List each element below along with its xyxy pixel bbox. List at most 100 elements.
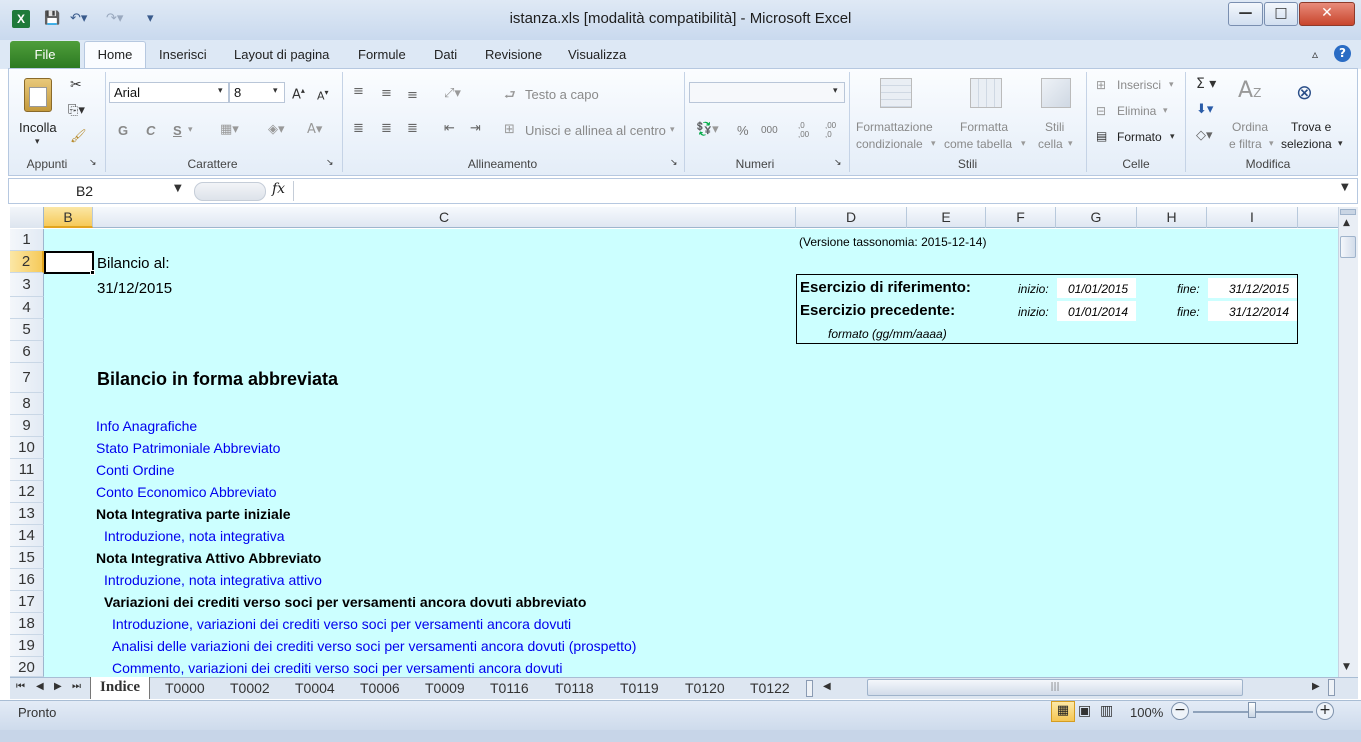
conditional-formatting-icon[interactable] bbox=[880, 78, 912, 108]
chevron-down-icon[interactable]: ▾ bbox=[931, 139, 936, 149]
chevron-down-icon[interactable]: ▾ bbox=[1021, 139, 1026, 149]
sheet-tab-active[interactable]: Indice bbox=[90, 677, 150, 699]
format-as-table-line2[interactable]: come tabella bbox=[944, 137, 1012, 151]
vertical-scrollbar[interactable] bbox=[1338, 207, 1358, 677]
row-header[interactable]: 11 bbox=[10, 459, 44, 481]
page-layout-view-icon[interactable]: ▣ bbox=[1078, 703, 1091, 719]
sheet-tab[interactable]: T0006 bbox=[360, 678, 400, 698]
formula-bar-splitter[interactable] bbox=[194, 182, 266, 201]
sheet-tab[interactable]: T0122 bbox=[750, 678, 790, 698]
bold-button[interactable]: G bbox=[118, 123, 128, 138]
sort-filter-icon[interactable]: AZ bbox=[1238, 78, 1261, 103]
tab-inserisci[interactable]: Inserisci bbox=[159, 47, 207, 62]
name-box-dropdown-icon[interactable]: ▼ bbox=[174, 183, 182, 194]
paste-button[interactable]: Incolla bbox=[19, 120, 57, 135]
merge-center-button[interactable]: Unisci e allinea al centro bbox=[525, 123, 666, 138]
sheet-tab[interactable]: T0009 bbox=[425, 678, 465, 698]
select-all-corner[interactable] bbox=[10, 207, 44, 228]
chevron-down-icon[interactable]: ▾ bbox=[1163, 106, 1168, 116]
decrease-decimal-button[interactable]: ,00 ,0 bbox=[825, 121, 843, 139]
row-header[interactable]: 20 bbox=[10, 657, 44, 677]
hscroll-left-icon[interactable]: ◀ bbox=[823, 681, 831, 692]
align-middle-icon[interactable]: ≡ bbox=[381, 86, 392, 101]
zoom-level[interactable]: 100% bbox=[1130, 705, 1163, 720]
tab-visualizza[interactable]: Visualizza bbox=[568, 47, 626, 62]
underline-button[interactable]: S bbox=[173, 123, 182, 138]
page-break-view-icon[interactable]: ▥ bbox=[1100, 703, 1113, 719]
column-header-b[interactable]: B bbox=[44, 207, 93, 228]
row-header[interactable]: 18 bbox=[10, 613, 44, 635]
chevron-down-icon[interactable]: ▾ bbox=[218, 86, 223, 96]
percent-button[interactable]: % bbox=[737, 123, 749, 138]
decrease-indent-icon[interactable]: ⇤ bbox=[444, 121, 455, 136]
font-color-icon[interactable]: A▾ bbox=[307, 122, 322, 137]
shrink-font-icon[interactable]: A▾ bbox=[317, 88, 329, 103]
link-introduzione-nota[interactable]: Introduzione, nota integrativa bbox=[104, 528, 285, 544]
active-cell-b2[interactable] bbox=[44, 251, 94, 274]
link-commento-variazioni[interactable]: Commento, variazioni dei crediti verso s… bbox=[112, 660, 563, 676]
scroll-down-icon[interactable]: ▼ bbox=[1343, 662, 1350, 672]
insert-cells-button[interactable]: Inserisci bbox=[1117, 78, 1161, 92]
column-header-h[interactable]: H bbox=[1137, 207, 1207, 228]
autosum-icon[interactable]: Σ ▾ bbox=[1196, 76, 1216, 92]
delete-cells-button[interactable]: Elimina bbox=[1117, 104, 1156, 118]
chevron-down-icon[interactable]: ▾ bbox=[1338, 139, 1343, 149]
number-format-dropdown[interactable] bbox=[689, 82, 845, 103]
clear-icon[interactable]: ◇▾ bbox=[1196, 128, 1213, 143]
format-as-table-line1[interactable]: Formatta bbox=[960, 120, 1008, 134]
link-conto-economico[interactable]: Conto Economico Abbreviato bbox=[96, 484, 277, 500]
chevron-down-icon[interactable]: ▾ bbox=[1269, 139, 1274, 149]
sort-filter-line2[interactable]: e filtra bbox=[1229, 137, 1262, 151]
cut-icon[interactable]: ✂ bbox=[70, 77, 82, 93]
wrap-text-button[interactable]: Testo a capo bbox=[525, 87, 599, 102]
find-select-icon[interactable]: ⊗ bbox=[1296, 80, 1313, 104]
sheet-tab[interactable]: T0004 bbox=[295, 678, 335, 698]
help-icon[interactable]: ? bbox=[1334, 45, 1351, 62]
expand-formula-bar-icon[interactable]: ▼ bbox=[1341, 182, 1349, 193]
rif-inizio-value[interactable]: 01/01/2015 bbox=[1068, 282, 1128, 296]
sheet-tab[interactable]: T0120 bbox=[685, 678, 725, 698]
merge-dropdown-icon[interactable]: ▾ bbox=[670, 125, 675, 135]
prec-fine-value[interactable]: 31/12/2014 bbox=[1229, 305, 1289, 319]
conditional-formatting-line2[interactable]: condizionale bbox=[856, 137, 923, 151]
format-cells-icon[interactable]: ▤ bbox=[1096, 129, 1107, 143]
close-button[interactable]: ✕ bbox=[1299, 2, 1355, 26]
minimize-button[interactable]: — bbox=[1228, 2, 1263, 26]
sheet-tab[interactable]: T0116 bbox=[490, 678, 529, 698]
name-box[interactable]: B2 bbox=[12, 181, 187, 201]
link-introduzione-attivo[interactable]: Introduzione, nota integrativa attivo bbox=[104, 572, 322, 588]
chevron-down-icon[interactable]: ▾ bbox=[273, 86, 278, 96]
last-sheet-icon[interactable]: ⏭ bbox=[72, 681, 81, 692]
minimize-ribbon-icon[interactable]: ▵ bbox=[1312, 47, 1318, 61]
tab-dati[interactable]: Dati bbox=[434, 47, 457, 62]
zoom-in-icon[interactable]: + bbox=[1316, 702, 1334, 720]
scroll-up-icon[interactable]: ▲ bbox=[1343, 218, 1350, 228]
tab-home[interactable]: Home bbox=[84, 41, 146, 70]
find-select-line2[interactable]: seleziona bbox=[1281, 137, 1332, 151]
allineamento-launcher-icon[interactable]: ↘ bbox=[670, 158, 678, 168]
sheet-tab[interactable]: T0002 bbox=[230, 678, 270, 698]
row-header[interactable]: 1 bbox=[10, 229, 44, 251]
paste-icon[interactable] bbox=[24, 78, 52, 112]
chevron-down-icon[interactable]: ▾ bbox=[833, 86, 838, 96]
tab-revisione[interactable]: Revisione bbox=[485, 47, 542, 62]
row-header[interactable]: 15 bbox=[10, 547, 44, 569]
align-center-icon[interactable]: ≣ bbox=[381, 121, 392, 136]
conditional-formatting-line1[interactable]: Formattazione bbox=[856, 120, 933, 134]
link-stato-patrimoniale[interactable]: Stato Patrimoniale Abbreviato bbox=[96, 440, 280, 456]
link-analisi-variazioni[interactable]: Analisi delle variazioni dei crediti ver… bbox=[112, 638, 636, 654]
align-left-icon[interactable]: ≣ bbox=[353, 121, 364, 136]
cell-styles-line1[interactable]: Stili bbox=[1045, 120, 1064, 134]
split-box[interactable] bbox=[1340, 209, 1356, 215]
column-header-d[interactable]: D bbox=[796, 207, 907, 228]
chevron-down-icon[interactable]: ▾ bbox=[1068, 139, 1073, 149]
first-sheet-icon[interactable]: ⏮ bbox=[16, 681, 25, 692]
currency-icon[interactable]: 💱▾ bbox=[696, 122, 719, 137]
tab-file[interactable]: File bbox=[10, 41, 80, 68]
increase-indent-icon[interactable]: ⇥ bbox=[470, 121, 481, 136]
row-header[interactable]: 10 bbox=[10, 437, 44, 459]
row-header[interactable]: 3 bbox=[10, 273, 44, 297]
tab-formule[interactable]: Formule bbox=[358, 47, 406, 62]
prec-inizio-value[interactable]: 01/01/2014 bbox=[1068, 305, 1128, 319]
column-header-g[interactable]: G bbox=[1056, 207, 1137, 228]
